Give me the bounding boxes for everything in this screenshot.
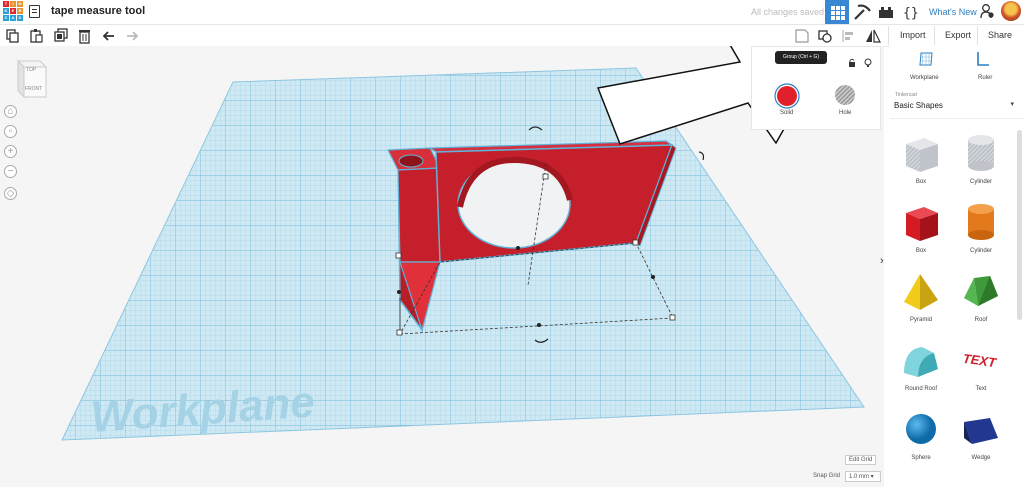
zoom-in-icon[interactable]: + <box>4 145 17 158</box>
import-button[interactable]: Import <box>900 30 926 40</box>
shapes-panel: Workplane Ruler Tinkercad Basic Shapes ▾… <box>890 46 1024 487</box>
viewcube-top-label: TOP <box>26 67 37 73</box>
shape-roof[interactable] <box>960 270 1002 312</box>
shape-box-red[interactable] <box>900 201 942 243</box>
workplane-icon[interactable] <box>918 51 934 67</box>
shape-label: Roof <box>974 317 988 323</box>
corner-handle[interactable] <box>396 329 403 336</box>
workplane-tool-label: Workplane <box>910 75 939 81</box>
rotate-handle[interactable] <box>698 151 705 161</box>
shape-pyramid[interactable] <box>900 270 942 312</box>
chevron-down-icon: ▾ <box>1010 101 1014 108</box>
hole-label: Hole <box>839 110 852 116</box>
shape-label: Wedge <box>971 455 991 461</box>
snap-grid-label: Snap Grid <box>813 473 841 479</box>
shape-label: Sphere <box>911 455 931 461</box>
pickaxe-icon[interactable] <box>851 2 873 22</box>
ortho-view-icon[interactable]: ◇ <box>4 187 17 200</box>
fit-view-icon[interactable]: ▫ <box>4 125 17 138</box>
shape-cylinder-gray[interactable] <box>960 132 1002 174</box>
corner-handle[interactable] <box>669 314 676 321</box>
logo-letter: A <box>10 15 16 21</box>
shape-sphere[interactable] <box>900 408 942 450</box>
sidebar-scrollbar[interactable] <box>1017 130 1022 320</box>
save-status: All changes saved <box>751 7 825 17</box>
group-icon[interactable] <box>817 28 833 44</box>
view-cube[interactable]: TOP FRONT <box>14 59 48 99</box>
corner-handle[interactable] <box>395 252 402 259</box>
shape-label: Text <box>975 386 987 392</box>
project-title[interactable]: tape measure tool <box>51 5 145 17</box>
ruler-icon[interactable] <box>976 51 990 67</box>
undo-icon[interactable] <box>101 28 117 44</box>
shape-text[interactable]: TEXT <box>960 339 1002 381</box>
shape-wedge[interactable] <box>960 408 1002 450</box>
logo-letter: K <box>3 8 9 14</box>
shape-label: Cylinder <box>969 248 992 254</box>
logo-letter: E <box>10 8 16 14</box>
corner-handle[interactable] <box>632 239 639 246</box>
export-button[interactable]: Export <box>945 30 971 40</box>
shape-label: Cylinder <box>969 179 992 185</box>
svg-text:{}: {} <box>903 6 919 21</box>
design-list-icon[interactable] <box>29 5 40 18</box>
shape-label: Pyramid <box>909 317 932 323</box>
brick-icon[interactable] <box>875 2 897 22</box>
home-view-icon[interactable]: ⌂ <box>4 105 17 118</box>
top-bar: T I N K E R C A D tape measure tool All … <box>0 0 1024 25</box>
svg-text:TEXT: TEXT <box>962 351 998 371</box>
solid-label: Solid <box>780 110 794 116</box>
zoom-out-icon[interactable]: − <box>4 165 17 178</box>
group-tooltip: Group (Ctrl + G) <box>775 51 827 64</box>
codeblocks-icon[interactable]: {} <box>900 2 922 22</box>
edit-grid-button[interactable]: Edit Grid <box>845 455 877 465</box>
add-user-icon[interactable] <box>980 3 994 19</box>
shape-round-roof[interactable] <box>900 339 942 381</box>
shape-label: Box <box>915 179 927 185</box>
snap-grid-value: 1.0 mm <box>849 474 870 480</box>
logo-letter: N <box>17 1 23 7</box>
toolbar-divider <box>888 26 889 45</box>
solid-color-swatch[interactable] <box>774 83 800 109</box>
whats-new-link[interactable]: What's New <box>929 7 977 17</box>
logo-letter: C <box>3 15 9 21</box>
duplicate-icon[interactable] <box>53 28 69 44</box>
3d-view-button[interactable] <box>825 0 849 24</box>
note-icon[interactable] <box>794 28 810 44</box>
align-icon[interactable] <box>841 28 857 44</box>
logo-letter: I <box>10 1 16 7</box>
ruler-tool-label: Ruler <box>978 75 993 81</box>
logo-letter: D <box>17 15 23 21</box>
copy-icon[interactable] <box>5 28 21 44</box>
avatar[interactable] <box>1001 1 1021 21</box>
tinkercad-logo[interactable]: T I N K E R C A D <box>3 1 23 22</box>
hole-swatch[interactable] <box>834 84 856 106</box>
toolbar-divider <box>977 26 978 45</box>
shape-label: Box <box>915 248 927 254</box>
divider <box>890 118 1024 119</box>
delete-icon[interactable] <box>77 28 93 44</box>
shape-label: Round Roof <box>904 386 938 392</box>
paste-icon[interactable] <box>29 28 45 44</box>
snap-grid-select[interactable]: 1.0 mm ▾ <box>845 471 881 482</box>
shape-cylinder-orange[interactable] <box>960 201 1002 243</box>
toolbar-divider <box>934 26 935 45</box>
light-bulb-icon[interactable] <box>864 58 872 68</box>
share-button[interactable]: Share <box>988 30 1012 40</box>
lock-icon[interactable] <box>848 58 856 68</box>
shape-box-gray[interactable] <box>900 132 942 174</box>
redo-icon[interactable] <box>124 28 140 44</box>
mirror-icon[interactable] <box>865 28 881 44</box>
library-select[interactable]: Basic Shapes ▾ <box>894 98 1016 112</box>
height-handle[interactable] <box>542 173 549 180</box>
logo-letter: R <box>17 8 23 14</box>
library-name: Basic Shapes <box>894 101 943 110</box>
logo-letter: T <box>3 1 9 7</box>
collapse-sidebar-icon[interactable]: › <box>880 255 890 275</box>
viewcube-front-label: FRONT <box>25 86 42 92</box>
